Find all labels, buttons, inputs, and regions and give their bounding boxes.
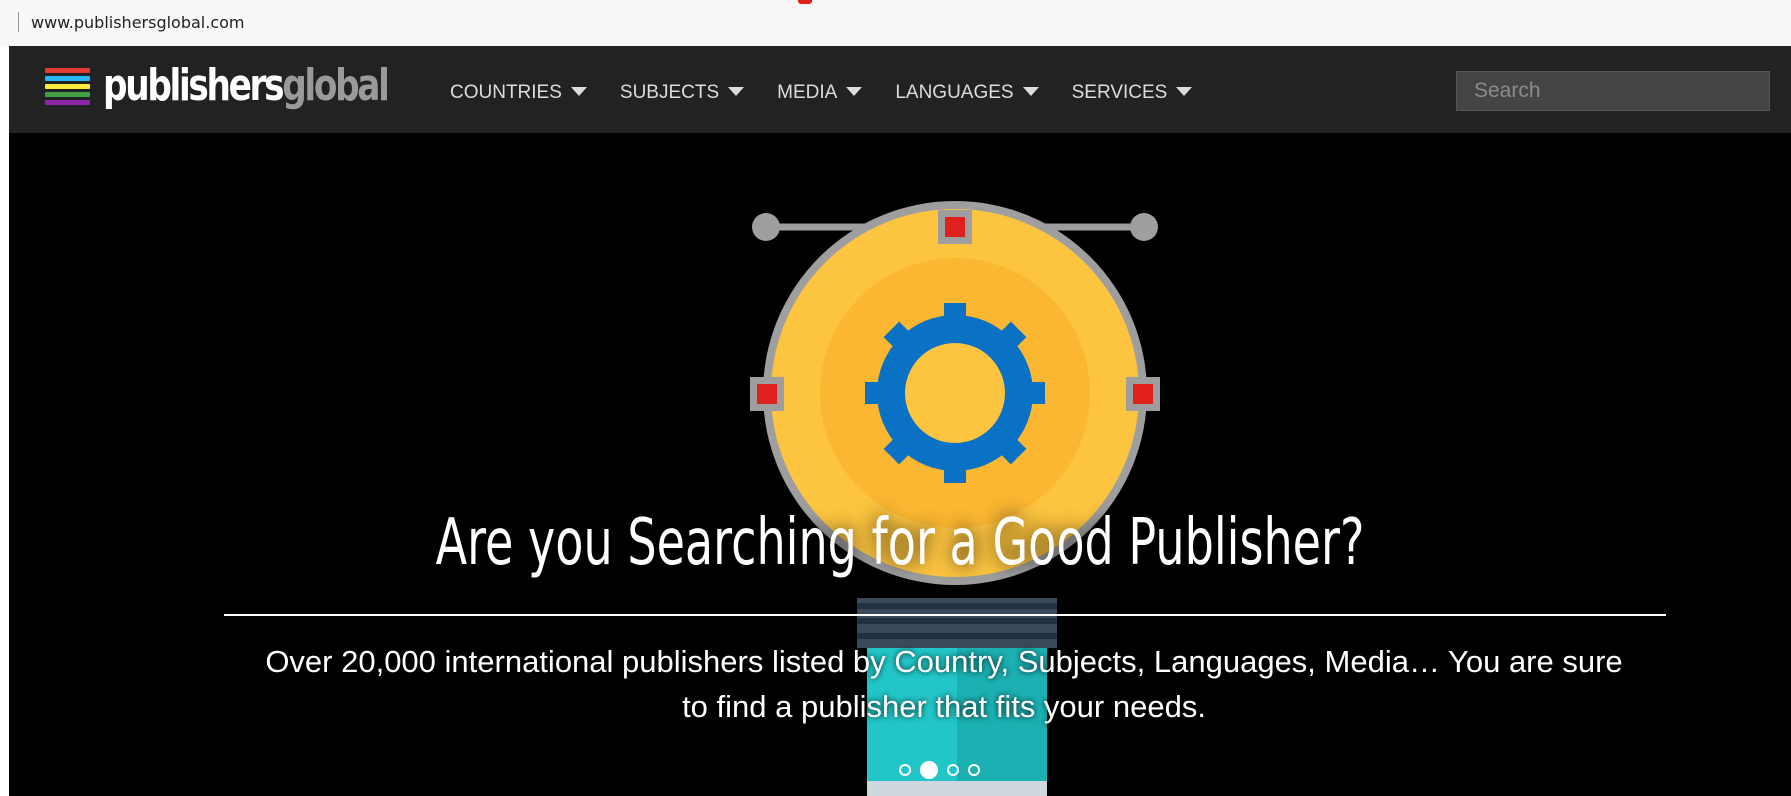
- carousel-dot[interactable]: [968, 764, 980, 776]
- nav-item-label: LANGUAGES: [895, 82, 1014, 103]
- navbar: publishersglobal COUNTRIES SUBJECTS MEDI…: [9, 46, 1791, 133]
- carousel-dot[interactable]: [899, 764, 911, 776]
- logo-stripes-icon[interactable]: [45, 68, 90, 112]
- gear-hole: [905, 343, 1005, 443]
- carousel-indicators: [899, 761, 989, 779]
- nav-item-languages[interactable]: LANGUAGES: [895, 82, 1039, 104]
- gear-icon: [865, 303, 1045, 483]
- anchor-point-top: [945, 217, 965, 237]
- hero-headline: Are you Searching for a Good Publisher?: [435, 506, 1365, 580]
- site-logo[interactable]: publishersglobal: [103, 60, 390, 111]
- logo-stripe: [45, 76, 90, 81]
- handle-knob-right: [1130, 213, 1158, 241]
- bulb-base-ring: [857, 618, 1057, 624]
- nav-item-services[interactable]: SERVICES: [1072, 82, 1193, 104]
- search-input[interactable]: [1456, 71, 1770, 111]
- nav-item-label: SUBJECTS: [619, 82, 720, 103]
- text-cursor: [18, 12, 19, 32]
- caret-down-icon: [846, 86, 863, 96]
- carousel-dot[interactable]: [947, 764, 959, 776]
- caret-down-icon: [728, 86, 745, 96]
- logo-stripe: [45, 68, 90, 73]
- caret-down-icon: [1022, 86, 1039, 96]
- website: publishersglobal COUNTRIES SUBJECTS MEDI…: [9, 46, 1791, 796]
- carousel-dot-active[interactable]: [920, 761, 938, 779]
- logo-stripe: [45, 100, 90, 105]
- nav-item-label: SERVICES: [1071, 82, 1168, 103]
- anchor-point-right: [1133, 384, 1153, 404]
- caret-down-icon: [1176, 86, 1193, 96]
- bulb-base-ring: [857, 603, 1057, 609]
- nav-item-countries[interactable]: COUNTRIES: [450, 82, 587, 104]
- logo-text-global: global: [282, 60, 390, 111]
- anchor-point-left: [757, 384, 777, 404]
- nav-item-label: COUNTRIES: [450, 82, 562, 103]
- nav-item-label: MEDIA: [777, 82, 838, 103]
- url-text[interactable]: www.publishersglobal.com: [31, 13, 245, 32]
- main-menu: COUNTRIES SUBJECTS MEDIA LANGUAGES SERVI…: [450, 82, 1225, 104]
- browser-address-bar[interactable]: www.publishersglobal.com: [0, 0, 1791, 46]
- caret-down-icon: [570, 86, 587, 96]
- nav-item-media[interactable]: MEDIA: [777, 82, 863, 104]
- pencil-tip: [867, 781, 1047, 796]
- handle-knob-left: [752, 213, 780, 241]
- logo-stripe: [45, 92, 90, 97]
- hero-subtext: Over 20,000 international publishers lis…: [265, 644, 1623, 724]
- hero-divider: [224, 614, 1666, 616]
- logo-stripe: [45, 84, 90, 89]
- red-marker: [798, 0, 812, 4]
- nav-item-subjects[interactable]: SUBJECTS: [619, 82, 745, 104]
- logo-text-publishers: publishers: [103, 60, 285, 111]
